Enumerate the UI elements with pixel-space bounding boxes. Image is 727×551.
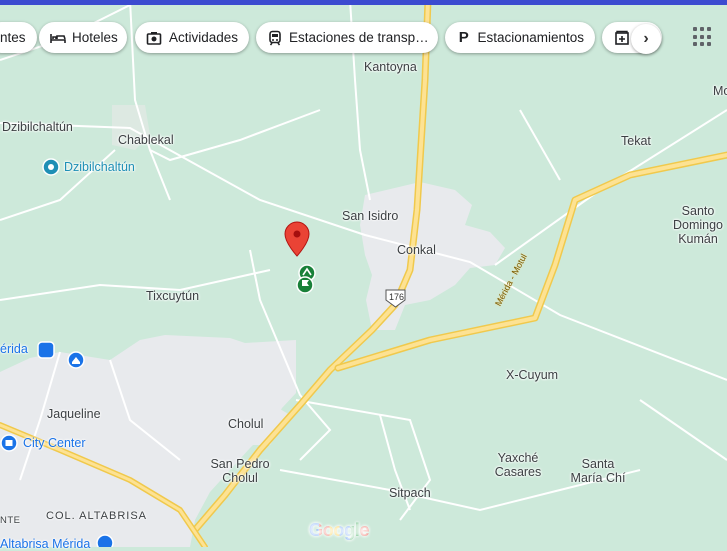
altabrisa-poi-icon[interactable] — [96, 534, 114, 547]
chip-label: Actividades — [168, 30, 238, 45]
city-center-poi-icon[interactable] — [0, 434, 18, 452]
chip-label: ntes — [0, 30, 26, 45]
label-nte[interactable]: NTE — [0, 515, 21, 526]
label-altabrisa-merida[interactable]: Altabrisa Mérida — [0, 537, 90, 551]
label-san-isidro[interactable]: San Isidro — [342, 209, 398, 223]
parking-icon: P — [458, 29, 469, 46]
dzibilchaltun-poi-icon[interactable] — [42, 158, 60, 176]
chip-estacionamientos[interactable]: P Estacionamientos — [445, 22, 595, 53]
google-logo: Google — [309, 520, 370, 541]
label-tekat[interactable]: Tekat — [621, 134, 651, 148]
highway-shield-label: 176 — [388, 292, 405, 302]
label-mo[interactable]: Mo — [713, 84, 727, 98]
label-kantoyna[interactable]: Kantoyna — [364, 60, 417, 74]
label-x-cuyum[interactable]: X-Cuyum — [506, 368, 558, 382]
apps-grid-icon — [693, 27, 697, 31]
train-icon — [267, 29, 283, 46]
label-yaxche-casares[interactable]: Yaxché Casares — [490, 451, 546, 479]
label-city-center[interactable]: City Center — [23, 436, 86, 450]
label-cholul[interactable]: Cholul — [228, 417, 263, 431]
label-jaqueline[interactable]: Jaqueline — [47, 407, 101, 421]
label-santa-maria-chi[interactable]: Santa María Chí — [567, 457, 629, 485]
camera-icon — [146, 29, 163, 46]
chip-estaciones-transporte[interactable]: Estaciones de transp… — [256, 22, 438, 53]
chip-restaurantes[interactable]: ntes — [0, 22, 37, 53]
chevron-right-icon: › — [643, 30, 649, 47]
label-conkal[interactable]: Conkal — [397, 243, 436, 257]
bed-icon — [50, 29, 66, 46]
label-santo-domingo-kuman[interactable]: Santo Domingo Kumán — [672, 204, 724, 246]
pharmacy-icon — [613, 29, 630, 46]
label-dzibilchaltun-poi[interactable]: Dzibilchaltún — [64, 160, 135, 174]
home-poi-icon[interactable] — [67, 351, 85, 369]
label-merida[interactable]: érida — [0, 342, 28, 356]
chip-hoteles[interactable]: Hoteles — [39, 22, 127, 53]
label-san-pedro-cholul[interactable]: San Pedro Cholul — [207, 457, 273, 485]
google-logo-text: Google — [309, 520, 370, 540]
label-chablekal[interactable]: Chablekal — [118, 133, 174, 147]
top-accent-bar — [0, 0, 727, 5]
label-dzibilchaltun-town[interactable]: Dzibilchaltún — [2, 120, 73, 134]
chip-actividades[interactable]: Actividades — [135, 22, 249, 53]
chip-label: Estaciones de transp… — [289, 30, 429, 45]
flag-poi-icon[interactable] — [296, 276, 314, 294]
label-col-altabrisa[interactable]: COL. ALTABRISA — [46, 510, 147, 522]
apps-grid-button[interactable] — [693, 27, 713, 47]
chips-next-button[interactable]: › — [631, 24, 661, 54]
chip-label: Hoteles — [72, 30, 118, 45]
label-tixcuytun[interactable]: Tixcuytún — [146, 289, 199, 303]
label-sitpach[interactable]: Sitpach — [389, 486, 431, 500]
chip-label: Estacionamientos — [477, 30, 584, 45]
merida-poi-icon[interactable] — [37, 341, 55, 359]
